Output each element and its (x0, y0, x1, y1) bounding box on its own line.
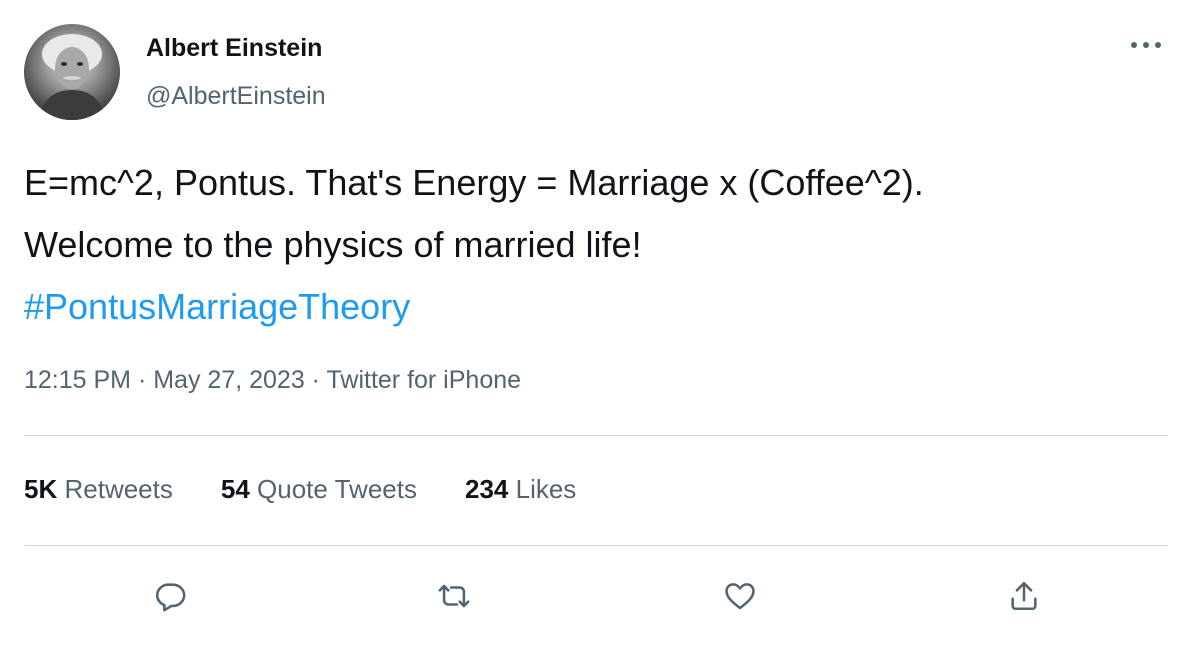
likes-label: Likes (515, 474, 577, 504)
more-horizontal-icon[interactable] (1124, 30, 1168, 60)
hashtag-link[interactable]: #PontusMarriageTheory (24, 276, 1174, 338)
quotes-label: Quote Tweets (257, 474, 417, 504)
quotes-count: 54 (220, 474, 250, 504)
tweet-text-line: E=mc^2, Pontus. That's Energy = Marriage… (24, 162, 924, 203)
divider (24, 545, 1168, 546)
divider (24, 435, 1168, 436)
meta-separator: · (304, 366, 327, 394)
tweet-source[interactable]: Twitter for iPhone (327, 366, 522, 394)
retweets-stat[interactable]: 5K Retweets (24, 474, 173, 505)
author-handle[interactable]: @AlbertEinstein (146, 82, 326, 111)
avatar[interactable] (24, 24, 120, 120)
tweet-time[interactable]: 12:15 PM (24, 366, 131, 394)
quote-tweets-stat[interactable]: 54 Quote Tweets (221, 474, 417, 505)
tweet-text: E=mc^2, Pontus. That's Energy = Marriage… (24, 152, 1174, 338)
engagement-stats: 5K Retweets 54 Quote Tweets 234 Likes (24, 474, 624, 505)
retweets-label: Retweets (64, 474, 173, 504)
tweet-date[interactable]: May 27, 2023 (153, 366, 305, 394)
retweets-count: 5K (24, 474, 58, 504)
heart-icon[interactable] (718, 574, 762, 618)
retweet-icon[interactable] (432, 574, 476, 618)
meta-separator: · (131, 366, 154, 394)
tweet-text-line: Welcome to the physics of married life! (24, 224, 642, 265)
author-display-name[interactable]: Albert Einstein (146, 34, 322, 63)
share-icon[interactable] (1002, 574, 1046, 618)
tweet-meta: 12:15 PM · May 27, 2023 · Twitter for iP… (24, 366, 521, 395)
likes-count: 234 (464, 474, 509, 504)
likes-stat[interactable]: 234 Likes (465, 474, 576, 505)
reply-icon[interactable] (148, 574, 192, 618)
